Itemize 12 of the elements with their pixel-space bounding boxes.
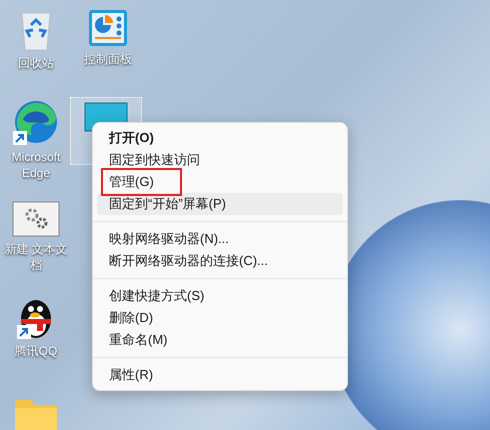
menu-item[interactable]: 固定到“开始”屏幕(P) (105, 194, 230, 214)
menu-item[interactable]: 属性(R) (105, 365, 158, 385)
menu-item[interactable]: 创建快捷方式(S) (105, 286, 208, 306)
menu-item[interactable]: 打开(O) (105, 128, 158, 148)
menu-item[interactable]: 映射网络驱动器(N)... (105, 229, 233, 249)
shortcut-arrow-icon (17, 325, 31, 339)
menu-item[interactable]: 重命名(M) (105, 330, 172, 350)
shortcut-arrow-icon (13, 131, 27, 145)
menu-item-highlight[interactable]: 固定到“开始”屏幕(P) (97, 193, 343, 215)
menu-item[interactable]: 断开网络驱动器的连接(C)... (105, 251, 272, 271)
menu-item[interactable]: 固定到快速访问 (105, 150, 204, 170)
menu-item[interactable]: 删除(D) (105, 308, 158, 328)
